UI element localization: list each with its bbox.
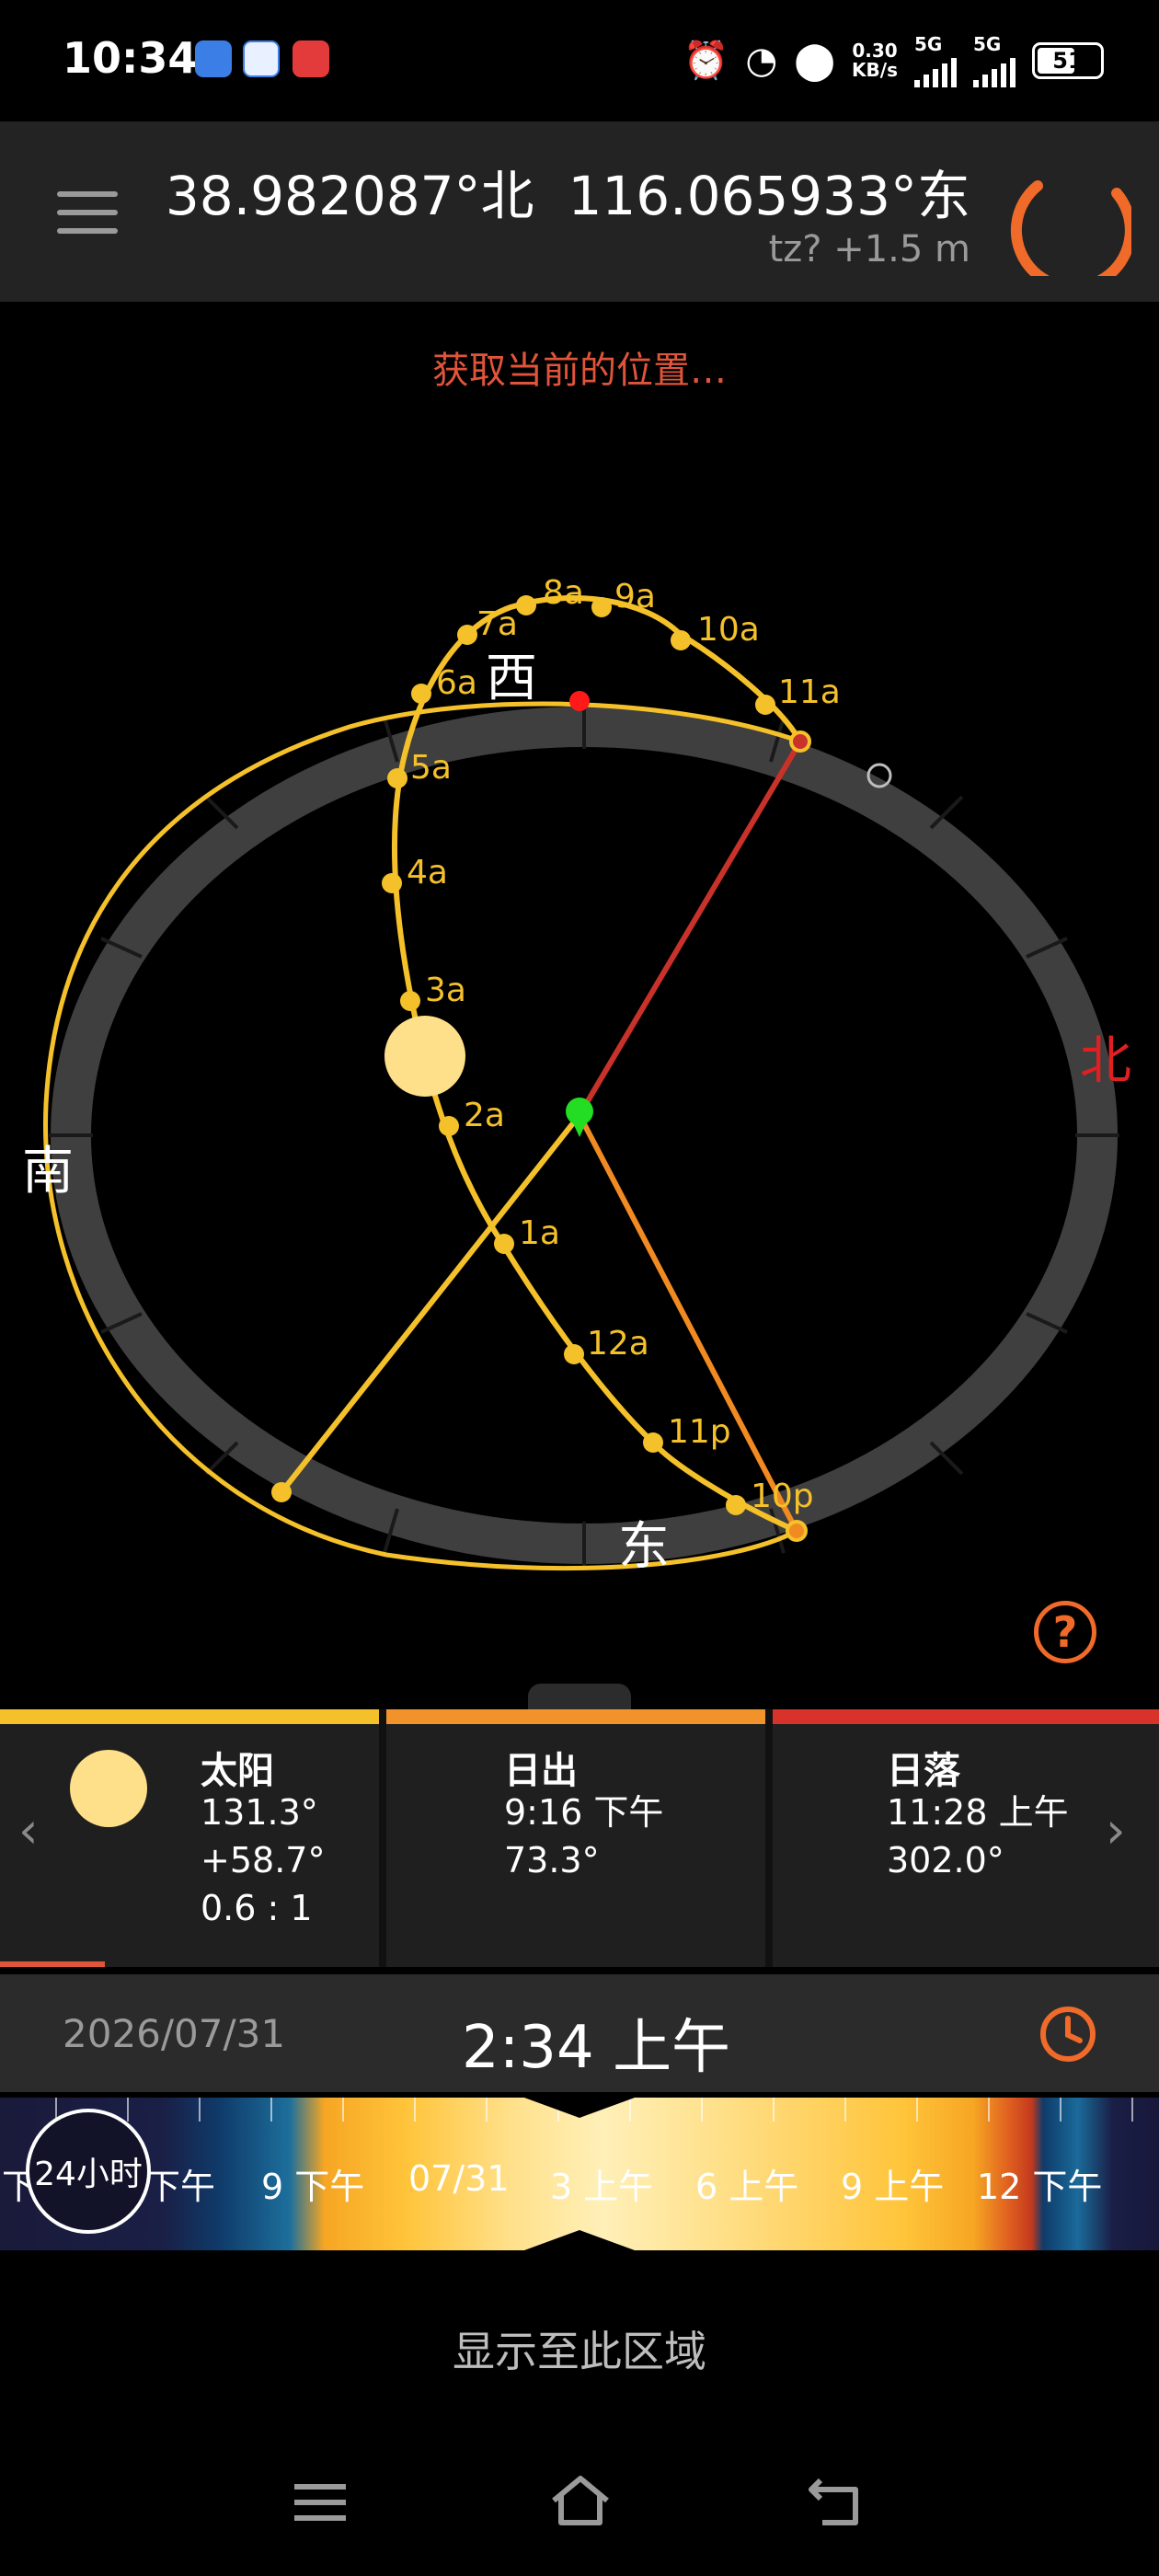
status-time: 10:34 — [63, 33, 198, 83]
sim2-signal: 5G — [973, 32, 1016, 87]
compass-west: 西 — [486, 649, 537, 708]
app-badge-icon — [293, 40, 329, 77]
hour-label: 1a — [519, 1214, 560, 1252]
battery-level: 51 — [1052, 48, 1084, 74]
signal-bars-icon — [914, 54, 957, 87]
hour-label: 7a — [476, 605, 518, 643]
location-icon: ⬤ — [794, 40, 836, 82]
hour-label: 10a — [697, 611, 760, 649]
hour-label: 6a — [436, 664, 477, 702]
card-sunset[interactable]: 日落 11:28 上午 302.0° — [773, 1709, 1159, 1967]
compass-south: 南 — [22, 1142, 74, 1202]
back-icon[interactable] — [808, 2477, 865, 2526]
alarm-icon: ⏰ — [683, 40, 729, 82]
card-sun[interactable]: 太阳 131.3° +58.7° 0.6 : 1 — [0, 1709, 379, 1967]
timeline-label: 9 上午 — [841, 2167, 945, 2207]
hour-label: 4a — [407, 854, 448, 891]
show-area-button[interactable]: 显示至此区域 — [0, 2318, 1159, 2379]
hour-label: 8a — [543, 574, 584, 612]
sun-icon — [384, 1016, 465, 1097]
hour-label: 9a — [614, 578, 656, 615]
hour-label: 5a — [410, 749, 452, 787]
timezone-elevation: tz? +1.5 m — [768, 228, 970, 270]
hour-label: 11p — [668, 1413, 731, 1451]
help-icon[interactable]: ? — [1034, 1601, 1096, 1663]
time-display[interactable]: 2:34 上午 — [462, 2000, 730, 2085]
date-display[interactable]: 2026/07/31 — [63, 2011, 285, 2056]
timeline-label: 07/31 — [408, 2158, 510, 2199]
info-cards: 太阳 131.3° +58.7° 0.6 : 1 日出 9:16 下午 73.3… — [0, 1709, 1159, 1967]
timeline-label: 6 上午 — [695, 2167, 799, 2207]
sunset-marker — [789, 730, 811, 753]
coordinates[interactable]: 38.982087°北 116.065933°东 — [166, 153, 970, 230]
sun-azimuth-line — [279, 1113, 582, 1494]
card-title: 日出 — [504, 1750, 578, 1792]
compass-north: 北 — [1080, 1031, 1131, 1091]
timeline-pointer-bottom — [524, 2230, 635, 2250]
card-sunrise[interactable]: 日出 9:16 下午 73.3° — [386, 1709, 765, 1967]
longitude: 116.065933°东 — [568, 165, 970, 227]
timeline-pointer-top — [524, 2098, 635, 2118]
sun-azimuth: 131.3° — [201, 1792, 318, 1833]
sunset-azimuth-line — [577, 740, 803, 1117]
sunset-time: 11:28 上午 — [887, 1792, 1069, 1833]
status-bar: 10:34 ⏰ ◔ ⬤ 0.30 KB/s 5G 5G 51 — [0, 0, 1159, 121]
network-speed: 0.30 KB/s — [852, 41, 898, 80]
sun-shadow-ratio: 0.6 : 1 — [201, 1888, 313, 1928]
network-speed-unit: KB/s — [852, 59, 898, 81]
recent-apps-icon[interactable] — [293, 2480, 348, 2524]
hour-label: 12a — [587, 1325, 649, 1363]
timeline-label: 3 上午 — [550, 2167, 654, 2207]
card-title: 太阳 — [201, 1750, 274, 1792]
chevron-left-icon[interactable]: ‹ — [18, 1801, 39, 1859]
timeline-label: 9 下午 — [261, 2167, 365, 2207]
sim1-label: 5G — [914, 32, 943, 55]
system-icons: ⏰ ◔ ⬤ 0.30 KB/s 5G 5G 51 — [683, 32, 1104, 87]
sun-icon — [70, 1750, 147, 1827]
app-notification-icon — [195, 40, 232, 77]
hamburger-menu-icon[interactable] — [57, 191, 118, 234]
sunrise-time: 9:16 下午 — [504, 1792, 664, 1833]
panel-drag-handle[interactable] — [528, 1684, 631, 1709]
battery-icon: 51 — [1032, 42, 1104, 79]
24-hour-button[interactable]: 24小时 — [26, 2109, 151, 2234]
chevron-right-icon[interactable]: › — [1106, 1801, 1126, 1859]
card-divider — [765, 1709, 773, 1967]
sunrise-azimuth: 73.3° — [504, 1840, 600, 1880]
loading-spinner-icon — [1010, 180, 1131, 276]
hour-label: 11a — [778, 673, 841, 711]
clock-icon[interactable] — [1038, 2004, 1098, 2064]
timeline-label: 下午 — [145, 2167, 216, 2207]
west-red-dot — [569, 691, 590, 711]
network-speed-value: 0.30 — [852, 40, 898, 62]
sim1-signal: 5G — [914, 32, 957, 87]
hour-label: 2a — [464, 1097, 505, 1134]
sim2-label: 5G — [973, 32, 1002, 55]
hour-label: 10p — [751, 1478, 814, 1515]
latitude: 38.982087°北 — [165, 165, 534, 227]
locating-message: 获取当前的位置… — [432, 350, 727, 392]
sunrise-marker — [786, 1520, 808, 1542]
hour-label: 3a — [425, 972, 466, 1009]
sun-elevation: +58.7° — [201, 1840, 326, 1880]
home-icon[interactable] — [548, 2475, 613, 2526]
signal-bars-icon — [973, 54, 1016, 87]
sunset-azimuth: 302.0° — [887, 1840, 1004, 1880]
card-divider — [379, 1709, 386, 1967]
baidu-netdisk-icon — [243, 40, 280, 77]
compass-ring — [51, 707, 1118, 1564]
compass-east: 东 — [618, 1517, 670, 1577]
card-page-indicator — [0, 1961, 105, 1967]
card-sunset-bar — [773, 1709, 1159, 1724]
sun-path-map[interactable]: 7a 8a 9a 10a 11a 6a 5a 4a 3a 2a 1a 12a 1… — [0, 515, 1159, 1619]
timeline-label: 12 下午 — [977, 2167, 1103, 2207]
card-sun-bar — [0, 1709, 379, 1724]
card-title: 日落 — [887, 1750, 960, 1792]
speedometer-icon: ◔ — [745, 40, 778, 82]
navigation-bar — [0, 2447, 1159, 2576]
card-sunrise-bar — [386, 1709, 765, 1724]
